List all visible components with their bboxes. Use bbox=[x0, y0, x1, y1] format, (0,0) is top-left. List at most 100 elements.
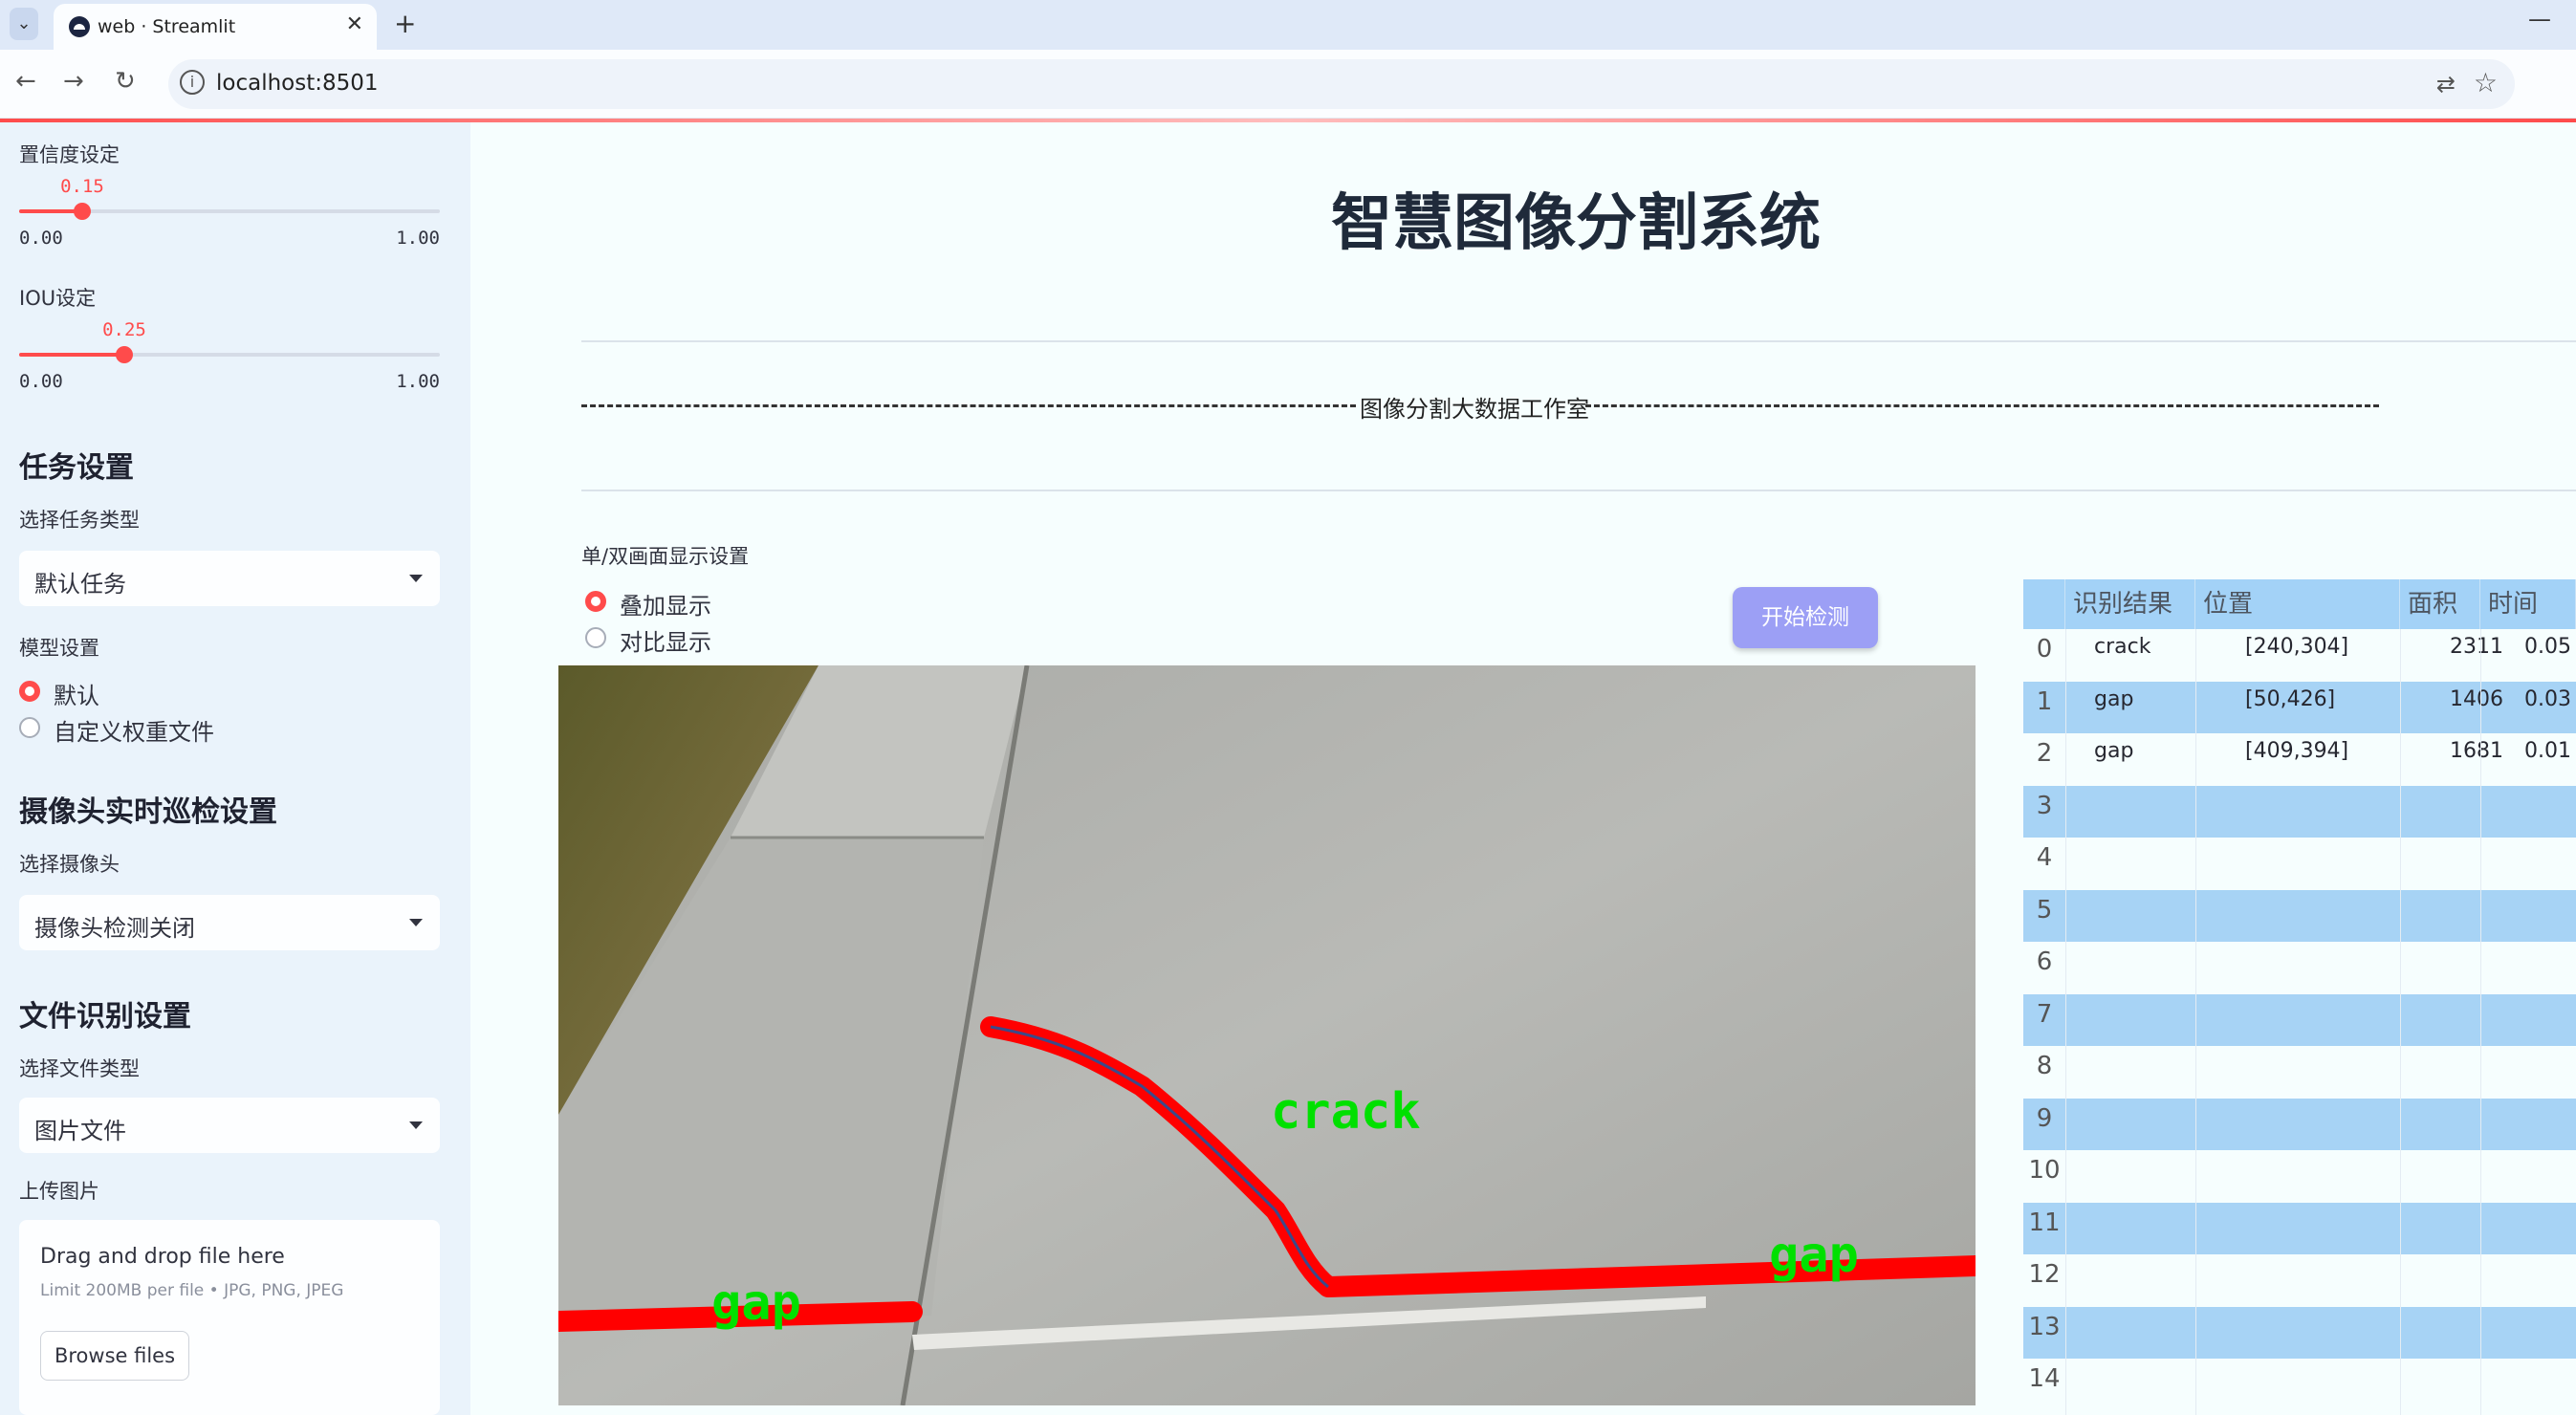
table-row[interactable]: 12 bbox=[2023, 1254, 2576, 1307]
cell-position: [409,394] bbox=[2245, 739, 2349, 763]
dashed-line bbox=[581, 404, 1356, 407]
table-row[interactable]: 9 bbox=[2023, 1098, 2576, 1150]
divider bbox=[581, 490, 2576, 491]
tab-list-chevron-icon[interactable]: ⌄ bbox=[10, 8, 38, 40]
table-row[interactable]: 8 bbox=[2023, 1046, 2576, 1099]
radio-icon[interactable] bbox=[585, 627, 606, 648]
confidence-slider[interactable]: 0.15 0.00 1.00 bbox=[19, 176, 440, 249]
segmentation-result-image: crack gap gap bbox=[558, 665, 1976, 1405]
close-tab-icon[interactable]: ✕ bbox=[346, 12, 363, 36]
table-header-label[interactable]: 识别结果 bbox=[2065, 579, 2195, 629]
table-row[interactable]: 0 crack [240,304] 2311 0.05 bbox=[2023, 629, 2576, 682]
browser-tab-bar: ⌄ web · Streamlit ✕ + — bbox=[0, 0, 2576, 50]
segmentation-overlay: crack gap gap bbox=[558, 665, 1976, 1405]
table-row[interactable]: 14 bbox=[2023, 1359, 2576, 1411]
forward-arrow-icon[interactable]: → bbox=[63, 67, 84, 96]
file-type-select[interactable]: 图片文件 bbox=[19, 1098, 440, 1153]
slider-thumb[interactable] bbox=[74, 203, 91, 220]
row-index: 4 bbox=[2036, 843, 2053, 872]
task-type-select[interactable]: 默认任务 bbox=[19, 551, 440, 606]
slider-max: 1.00 bbox=[396, 371, 440, 392]
cell-position: [240,304] bbox=[2245, 635, 2349, 659]
table-header-position[interactable]: 位置 bbox=[2195, 579, 2400, 629]
iou-slider[interactable]: 0.25 0.00 1.00 bbox=[19, 319, 440, 392]
minimize-window-icon[interactable]: — bbox=[2528, 6, 2551, 33]
table-row[interactable]: 13 bbox=[2023, 1306, 2576, 1359]
iou-label: IOU设定 bbox=[19, 287, 97, 310]
radio-icon[interactable] bbox=[19, 681, 40, 702]
url-text[interactable]: localhost:8501 bbox=[216, 71, 379, 96]
radio-label: 对比显示 bbox=[620, 629, 711, 656]
table-row[interactable]: 1 gap [50,426] 1406 0.03 bbox=[2023, 681, 2576, 733]
slider-thumb[interactable] bbox=[116, 346, 133, 363]
chevron-down-icon bbox=[409, 1121, 423, 1129]
browse-files-button[interactable]: Browse files bbox=[40, 1331, 189, 1381]
row-index: 3 bbox=[2036, 791, 2053, 820]
reload-icon[interactable]: ↻ bbox=[115, 67, 136, 96]
row-index: 2 bbox=[2036, 739, 2053, 768]
column-separator bbox=[2195, 629, 2196, 1415]
streamlit-favicon-icon bbox=[69, 16, 90, 37]
page-title: 智慧图像分割系统 bbox=[1331, 188, 1821, 259]
row-index: 8 bbox=[2036, 1052, 2053, 1080]
row-index: 9 bbox=[2036, 1103, 2053, 1133]
camera-select[interactable]: 摄像头检测关闭 bbox=[19, 895, 440, 950]
radio-label: 叠加显示 bbox=[620, 593, 711, 620]
display-mode-label: 单/双画面显示设置 bbox=[581, 545, 750, 568]
table-row[interactable]: 2 gap [409,394] 1681 0.01 bbox=[2023, 733, 2576, 786]
model-label: 模型设置 bbox=[19, 637, 99, 660]
browser-tab[interactable]: web · Streamlit ✕ bbox=[54, 4, 377, 50]
table-row[interactable]: 5 bbox=[2023, 889, 2576, 942]
cell-label: gap bbox=[2094, 686, 2134, 711]
dashed-line bbox=[1585, 404, 2379, 407]
results-table[interactable]: 识别结果 位置 面积 时间 0 crack [240,304] 2311 0.05 1 ga… bbox=[2023, 579, 2576, 1415]
column-separator bbox=[2400, 629, 2401, 1415]
sidebar: 置信度设定 0.15 0.00 1.00 IOU设定 0.25 0.00 1.0… bbox=[0, 122, 470, 1415]
bookmark-star-icon[interactable]: ☆ bbox=[2474, 67, 2498, 98]
file-type-label: 选择文件类型 bbox=[19, 1057, 140, 1080]
start-detection-button[interactable]: 开始检测 bbox=[1733, 587, 1878, 648]
camera-label: 选择摄像头 bbox=[19, 853, 120, 876]
cell-label: gap bbox=[2094, 739, 2134, 763]
radio-icon[interactable] bbox=[585, 591, 606, 612]
table-header-area[interactable]: 面积 bbox=[2400, 579, 2480, 629]
radio-label: 自定义权重文件 bbox=[54, 719, 214, 746]
site-info-icon[interactable]: i bbox=[180, 70, 205, 95]
file-section-title: 文件识别设置 bbox=[19, 1000, 191, 1034]
task-type-value: 默认任务 bbox=[34, 571, 126, 598]
file-dropzone[interactable]: Drag and drop file here Limit 200MB per … bbox=[19, 1220, 440, 1415]
banner-text: 图像分割大数据工作室 bbox=[1356, 390, 1593, 424]
slider-max: 1.00 bbox=[396, 228, 440, 249]
slider-fill bbox=[19, 353, 124, 357]
row-index: 11 bbox=[2028, 1208, 2061, 1237]
table-header-time[interactable]: 时间 bbox=[2480, 579, 2576, 629]
table-header-index bbox=[2023, 579, 2065, 629]
table-row[interactable]: 10 bbox=[2023, 1150, 2576, 1203]
confidence-label: 置信度设定 bbox=[19, 143, 120, 166]
cell-area: 1406 bbox=[2450, 686, 2503, 711]
column-separator bbox=[2065, 629, 2066, 1415]
chevron-down-icon bbox=[409, 575, 423, 582]
upload-label: 上传图片 bbox=[19, 1180, 99, 1203]
detection-label-gap: gap bbox=[1769, 1227, 1859, 1284]
cell-time: 0.03 bbox=[2524, 686, 2571, 711]
new-tab-icon[interactable]: + bbox=[394, 8, 416, 39]
back-arrow-icon[interactable]: ← bbox=[15, 67, 36, 96]
slider-min: 0.00 bbox=[19, 228, 63, 249]
table-row[interactable]: 4 bbox=[2023, 838, 2576, 890]
table-row[interactable]: 6 bbox=[2023, 942, 2576, 994]
table-row[interactable]: 11 bbox=[2023, 1202, 2576, 1254]
column-separator bbox=[2480, 629, 2481, 1415]
table-row[interactable]: 3 bbox=[2023, 785, 2576, 838]
translate-icon[interactable]: ⇄ bbox=[2436, 71, 2456, 98]
divider bbox=[581, 340, 2576, 342]
table-row[interactable]: 7 bbox=[2023, 993, 2576, 1046]
slider-min: 0.00 bbox=[19, 371, 63, 392]
dropzone-limit: Limit 200MB per file • JPG, PNG, JPEG bbox=[40, 1281, 344, 1300]
url-field[interactable]: i localhost:8501 ⇄ ☆ bbox=[168, 59, 2515, 109]
tab-title: web · Streamlit bbox=[98, 16, 236, 37]
radio-icon[interactable] bbox=[19, 717, 40, 738]
row-index: 0 bbox=[2036, 635, 2053, 664]
row-index: 12 bbox=[2028, 1260, 2061, 1289]
row-index: 7 bbox=[2036, 999, 2053, 1029]
